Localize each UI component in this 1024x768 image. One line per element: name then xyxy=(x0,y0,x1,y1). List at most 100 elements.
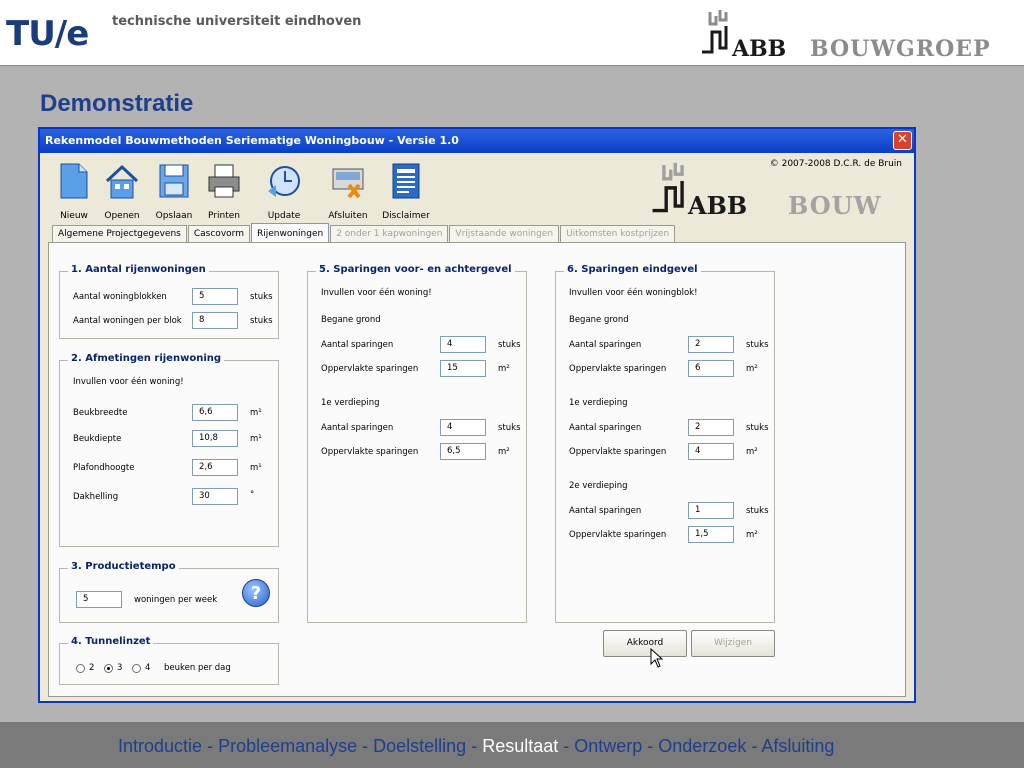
nav-resultaat[interactable]: Resultaat xyxy=(482,736,558,756)
slide-title: Demonstratie xyxy=(40,90,194,117)
unit-m2: m² xyxy=(746,530,758,540)
close-button[interactable]: ✕ xyxy=(893,131,912,150)
save-floppy-icon xyxy=(159,164,189,198)
input-beukbreedte[interactable]: 6,6 xyxy=(192,404,238,421)
input-beukdiepte[interactable]: 10,8 xyxy=(192,430,238,447)
label-dakhelling: Dakhelling xyxy=(73,492,119,502)
unit-stuks: stuks xyxy=(250,316,273,326)
open-house-icon xyxy=(105,164,139,199)
print-label: Printen xyxy=(208,211,240,221)
window-titlebar[interactable]: Rekenmodel Bouwmethoden Seriematige Woni… xyxy=(40,129,914,153)
label-oppervlakte-sparingen: Oppervlakte sparingen xyxy=(569,530,667,540)
radio-tunnel-2[interactable] xyxy=(76,664,85,673)
nav-separator: - xyxy=(558,736,575,756)
group-tunnelinzet: 4. Tunnelinzet 2 3 4 beuken per dag xyxy=(59,636,279,685)
unit-beuken-per-dag: beuken per dag xyxy=(164,663,231,673)
save-label: Opslaan xyxy=(155,211,193,221)
label-plafondhoogte: Plafondhoogte xyxy=(73,463,135,473)
exit-icon xyxy=(332,168,364,199)
note-invullen: Invullen voor één woning! xyxy=(73,377,184,387)
section-nav: Introductie - Probleemanalyse - Doelstel… xyxy=(118,736,834,757)
input-1e-verdieping-oppervlakte[interactable]: 4 xyxy=(688,443,734,460)
update-label: Update xyxy=(267,211,301,221)
abb-word: ABB xyxy=(732,36,787,62)
mouse-cursor-icon xyxy=(650,648,664,668)
window-title: Rekenmodel Bouwmethoden Seriematige Woni… xyxy=(45,134,459,147)
printer-icon xyxy=(208,164,240,198)
bouwgroep-word: BOUWGROEP xyxy=(810,36,991,62)
floor-1e-verdieping: 1e verdieping xyxy=(569,398,628,408)
label-beukdiepte: Beukdiepte xyxy=(73,434,122,444)
input-begane-grond-oppervlakte[interactable]: 15 xyxy=(440,360,486,377)
label-aantal-sparingen: Aantal sparingen xyxy=(569,506,642,516)
input-begane-grond-oppervlakte[interactable]: 6 xyxy=(688,360,734,377)
unit-stuks: stuks xyxy=(746,506,769,516)
radio-tunnel-4[interactable] xyxy=(132,664,141,673)
disclaimer-button[interactable]: Disclaimer xyxy=(378,161,434,225)
exit-button[interactable]: Afsluiten xyxy=(320,161,376,225)
input-begane-grond-aantal[interactable]: 4 xyxy=(440,336,486,353)
label-aantal-woningblokken: Aantal woningblokken xyxy=(73,292,167,302)
input-2e-verdieping-oppervlakte[interactable]: 1,5 xyxy=(688,526,734,543)
group-title: 6. Sparingen eindgevel xyxy=(564,264,701,275)
nav-doelstelling[interactable]: Doelstelling xyxy=(373,736,466,756)
tab-strip: Algemene Projectgegevens Cascovorm Rijen… xyxy=(52,223,676,243)
tab-vrijstaande-woningen[interactable]: Vrijstaande woningen xyxy=(449,225,560,243)
label-oppervlakte-sparingen: Oppervlakte sparingen xyxy=(569,364,667,374)
abb-bouw-logo: ABB BOUW xyxy=(648,159,908,221)
nav-ontwerp[interactable]: Ontwerp xyxy=(574,736,642,756)
group-sparingen-voor-achtergevel: 5. Sparingen voor- en achtergevel Invull… xyxy=(307,264,527,623)
input-plafondhoogte[interactable]: 2,6 xyxy=(192,459,238,476)
input-1e-verdieping-aantal[interactable]: 2 xyxy=(688,419,734,436)
open-button[interactable]: Openen xyxy=(94,161,150,225)
label-beukbreedte: Beukbreedte xyxy=(73,408,128,418)
new-document-icon xyxy=(60,163,88,199)
update-button[interactable]: Update xyxy=(256,161,312,225)
input-1e-verdieping-oppervlakte[interactable]: 6,5 xyxy=(440,443,486,460)
input-2e-verdieping-aantal[interactable]: 1 xyxy=(688,502,734,519)
unit-stuks: stuks xyxy=(746,340,769,350)
print-button[interactable]: Printen xyxy=(196,161,252,225)
input-dakhelling[interactable]: 30 xyxy=(192,488,238,505)
group-aantal-rijenwoningen: 1. Aantal rijenwoningen Aantal woningblo… xyxy=(59,264,279,339)
radio-label-3: 3 xyxy=(117,663,123,673)
group-title: 4. Tunnelinzet xyxy=(68,636,154,647)
nav-introductie[interactable]: Introductie xyxy=(118,736,202,756)
tab-uitkomsten-kostprijzen[interactable]: Uitkomsten kostprijzen xyxy=(560,225,676,243)
nav-probleemanalyse[interactable]: Probleemanalyse xyxy=(218,736,357,756)
nav-afsluiting[interactable]: Afsluiting xyxy=(761,736,834,756)
input-aantal-woningen-per-blok[interactable]: 8 xyxy=(192,312,238,329)
tab-algemene-projectgegevens[interactable]: Algemene Projectgegevens xyxy=(52,225,187,243)
unit-stuks: stuks xyxy=(250,292,273,302)
unit-stuks: stuks xyxy=(498,340,521,350)
unit-m2: m² xyxy=(498,447,510,457)
nav-separator: - xyxy=(466,736,483,756)
unit-m2: m² xyxy=(498,364,510,374)
note-invullen: Invullen voor één woningblok! xyxy=(569,288,698,298)
note-invullen: Invullen voor één woning! xyxy=(321,288,432,298)
tab-2-onder-1-kapwoningen[interactable]: 2 onder 1 kapwoningen xyxy=(330,225,449,243)
wijzigen-button[interactable]: Wijzigen xyxy=(691,630,775,657)
input-aantal-woningblokken[interactable]: 5 xyxy=(192,288,238,305)
nav-separator: - xyxy=(746,736,762,756)
nav-onderzoek[interactable]: Onderzoek xyxy=(658,736,746,756)
abb-bouwgroep-logo: ABB BOUWGROEP xyxy=(696,8,1016,62)
input-1e-verdieping-aantal[interactable]: 4 xyxy=(440,419,486,436)
input-begane-grond-aantal[interactable]: 2 xyxy=(688,336,734,353)
unit-m1: m¹ xyxy=(250,408,262,418)
tab-cascovorm[interactable]: Cascovorm xyxy=(187,225,250,243)
tab-rijenwoningen[interactable]: Rijenwoningen xyxy=(250,223,330,243)
exit-label: Afsluiten xyxy=(328,211,368,221)
akkoord-button[interactable]: Akkoord xyxy=(603,630,687,657)
open-label: Openen xyxy=(104,211,140,221)
floor-begane-grond: Begane grond xyxy=(321,315,381,325)
save-button[interactable]: Opslaan xyxy=(146,161,202,225)
clock-update-icon xyxy=(268,166,300,197)
help-icon[interactable]: ? xyxy=(242,579,270,607)
group-title: 1. Aantal rijenwoningen xyxy=(68,264,209,275)
radio-tunnel-3[interactable] xyxy=(104,664,113,673)
floor-1e-verdieping: 1e verdieping xyxy=(321,398,380,408)
input-productietempo[interactable]: 5 xyxy=(76,591,122,608)
disclaimer-label: Disclaimer xyxy=(382,211,430,221)
unit-m2: m² xyxy=(746,447,758,457)
